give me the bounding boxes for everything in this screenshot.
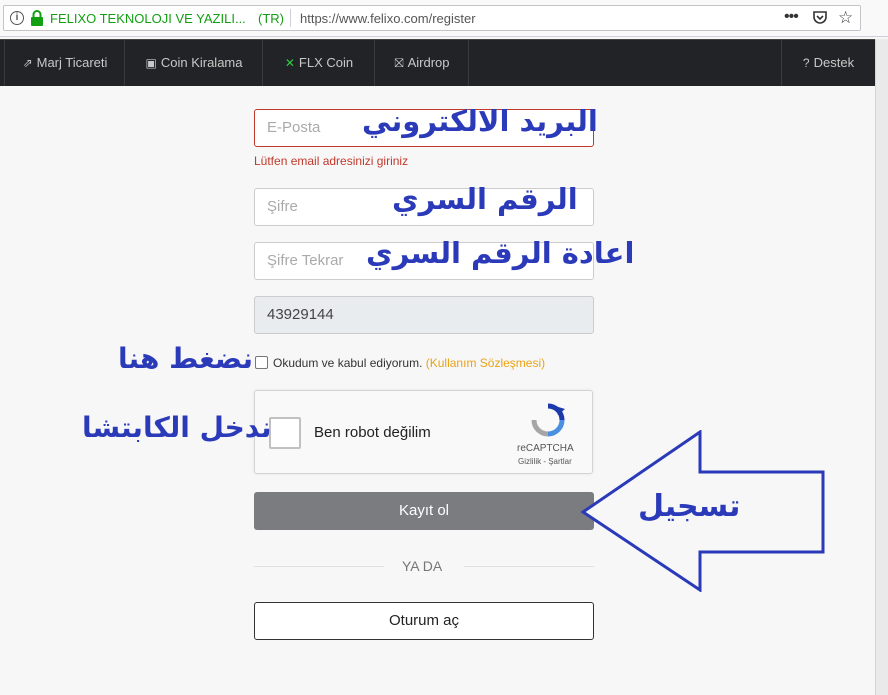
info-icon[interactable]: i (10, 11, 24, 25)
browser-toolbar: i FELIXO TEKNOLOJI VE YAZILI... (TR) htt… (0, 0, 888, 37)
register-button[interactable]: Kayıt ol (254, 492, 594, 530)
email-error-message: Lütfen email adresinizi giriniz (254, 154, 409, 168)
terms-row: Okudum ve kabul ediyorum. (Kullanım Sözl… (255, 356, 545, 370)
nav-item-flx-coin[interactable]: ✕ FLX Coin (264, 40, 375, 86)
referral-code-field[interactable]: 43929144 (254, 296, 594, 334)
recaptcha-brand: reCAPTCHA (517, 443, 574, 454)
lock-icon (31, 10, 43, 26)
annotation-click-here: نضغط هنا (118, 342, 253, 375)
nav-label: Destek (813, 55, 855, 70)
page: i FELIXO TEKNOLOJI VE YAZILI... (TR) htt… (0, 0, 888, 695)
annotation-password: الرقم السري (392, 182, 578, 216)
help-icon: ? (802, 56, 810, 70)
annotation-password-repeat: اعادة الرقم السري (366, 236, 635, 270)
terms-link[interactable]: (Kullanım Sözleşmesi) (426, 356, 545, 370)
more-icon[interactable]: ••• (784, 8, 799, 26)
annotation-captcha: ندخل الكابتشا (82, 411, 272, 444)
scrollbar[interactable] (875, 39, 888, 695)
site-navbar: ⇗ Marj Ticareti ▣ Coin Kiralama ✕ FLX Coin … (0, 39, 875, 86)
bookmark-star-icon[interactable]: ☆ (838, 8, 853, 28)
flx-logo-icon: ✕ (284, 56, 295, 70)
nav-label: Coin Kiralama (160, 55, 243, 70)
pocket-icon[interactable] (812, 10, 828, 26)
url-text[interactable]: https://www.felixo.com/register (300, 11, 476, 26)
nav-label: Airdrop (407, 55, 450, 70)
recaptcha-checkbox[interactable] (269, 417, 301, 449)
recaptcha-links[interactable]: Gizlilik - Şartlar (518, 457, 572, 466)
url-divider (290, 9, 291, 27)
terms-text: Okudum ve kabul ediyorum. (273, 356, 423, 370)
nav-item-coin-kiralama[interactable]: ▣ Coin Kiralama (126, 40, 263, 86)
gift-icon: ⛝ (394, 56, 404, 70)
nav-label: Marj Ticareti (36, 55, 108, 70)
recaptcha-label: Ben robot değilim (314, 424, 431, 441)
recaptcha-widget: Ben robot değilim reCAPTCHA Gizlilik - Ş… (254, 390, 593, 474)
terms-checkbox[interactable] (255, 356, 268, 369)
navbar-edge (0, 40, 5, 86)
recaptcha-logo-icon (531, 403, 565, 437)
site-identity: FELIXO TEKNOLOJI VE YAZILI... (50, 11, 246, 26)
or-divider-right (464, 566, 594, 567)
chart-icon: ⇗ (22, 56, 33, 70)
nav-item-destek[interactable]: ? Destek (781, 40, 875, 86)
annotation-register: تسجيل (638, 489, 741, 524)
nav-item-marj-ticareti[interactable]: ⇗ Marj Ticareti (6, 40, 125, 86)
or-divider-left (254, 566, 384, 567)
nav-item-airdrop[interactable]: ⛝ Airdrop (376, 40, 469, 86)
annotation-email: البريد الالكتروني (362, 104, 598, 138)
or-text: YA DA (402, 558, 443, 574)
nav-label: FLX Coin (298, 55, 354, 70)
address-bar[interactable]: i FELIXO TEKNOLOJI VE YAZILI... (TR) htt… (3, 5, 861, 31)
site-country: (TR) (258, 11, 284, 26)
login-button[interactable]: Oturum aç (254, 602, 594, 640)
coin-icon: ▣ (145, 56, 157, 70)
